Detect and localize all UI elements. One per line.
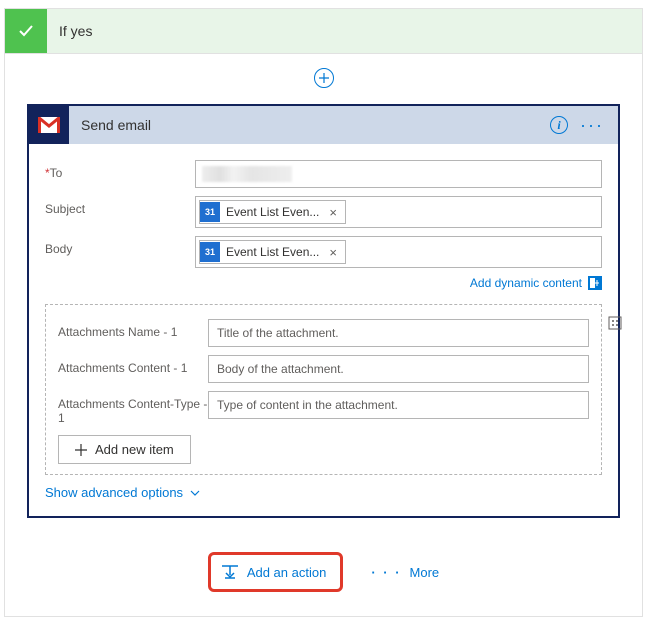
action-card: Send email i ··· *To Subject 31 [27,104,620,518]
chevron-down-icon [189,487,201,499]
token-label: Event List Even... [226,245,319,259]
attachment-name-input[interactable] [208,319,589,347]
subject-token[interactable]: 31 Event List Even... × [199,200,346,224]
info-icon[interactable]: i [550,116,568,134]
action-header-controls: i ··· [550,106,618,144]
add-new-item-button[interactable]: Add new item [58,435,191,464]
attachment-name-row: Attachments Name - 1 [58,319,589,347]
attachment-content-input[interactable] [208,355,589,383]
dynamic-content-icon[interactable] [588,276,602,290]
remove-token-icon[interactable]: × [325,205,341,220]
check-icon [5,9,47,53]
attachment-name-label: Attachments Name - 1 [58,319,208,339]
token-label: Event List Even... [226,205,319,219]
condition-branch-card: If yes Send email i ··· * [4,8,643,617]
plus-icon [75,444,87,456]
attachment-content-row: Attachments Content - 1 [58,355,589,383]
add-new-item-label: Add new item [95,442,174,457]
more-label: More [410,565,440,580]
remove-token-icon[interactable]: × [325,245,341,260]
attachment-type-row: Attachments Content-Type - 1 [58,391,589,425]
action-title: Send email [69,106,550,144]
subject-input[interactable]: 31 Event List Even... × [195,196,602,228]
add-action-icon [221,564,239,580]
show-advanced-options-link[interactable]: Show advanced options [45,475,201,508]
gmail-icon [29,106,69,144]
dynamic-content-row: Add dynamic content [45,276,602,290]
calendar-icon: 31 [200,242,220,262]
attachments-group: Attachments Name - 1 Attachments Content… [45,304,602,475]
subject-field-row: Subject 31 Event List Even... × [45,196,602,228]
ellipsis-icon: · · · [371,565,401,580]
picker-icon[interactable] [607,315,623,331]
subject-label: Subject [45,196,195,216]
add-action-button[interactable]: Add an action [208,552,344,592]
action-form: *To Subject 31 Event List Even... × [29,144,618,516]
calendar-icon: 31 [200,202,220,222]
attachment-type-input[interactable] [208,391,589,419]
to-input[interactable] [195,160,602,188]
condition-title: If yes [47,9,104,53]
to-label: *To [45,160,195,180]
add-dynamic-content-link[interactable]: Add dynamic content [470,276,582,290]
attachment-type-label: Attachments Content-Type - 1 [58,391,208,425]
body-label: Body [45,236,195,256]
action-header[interactable]: Send email i ··· [29,106,618,144]
more-options-icon[interactable]: ··· [580,116,604,134]
add-action-label: Add an action [247,565,327,580]
to-field-row: *To [45,160,602,188]
attachment-content-label: Attachments Content - 1 [58,355,208,375]
body-token[interactable]: 31 Event List Even... × [199,240,346,264]
add-step-button[interactable] [314,68,334,88]
insert-step-row [5,54,642,104]
body-field-row: Body 31 Event List Even... × [45,236,602,268]
footer-actions: Add an action · · · More [5,532,642,616]
more-link[interactable]: · · · More [371,565,439,580]
body-input[interactable]: 31 Event List Even... × [195,236,602,268]
advanced-options-label: Show advanced options [45,485,183,500]
condition-header: If yes [5,9,642,54]
